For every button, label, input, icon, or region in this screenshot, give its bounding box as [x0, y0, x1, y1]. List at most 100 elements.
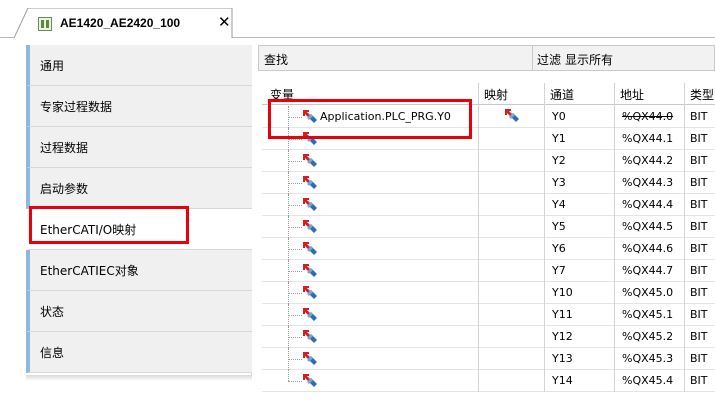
channel-cell: Y0 — [552, 110, 566, 123]
column-divider — [478, 83, 479, 392]
find-label[interactable]: 查找 — [264, 51, 288, 68]
channel-cell: Y12 — [552, 330, 573, 343]
table-row[interactable]: Y5 %QX44.5 BIT — [262, 216, 715, 238]
column-header-address[interactable]: 地址 — [620, 86, 644, 103]
type-cell: BIT — [690, 198, 708, 211]
table-row[interactable]: Y1 %QX44.1 BIT — [262, 128, 715, 150]
column-header-mapping[interactable]: 映射 — [484, 86, 508, 103]
address-cell: %QX45.0 — [622, 286, 674, 299]
tree-branch-line — [288, 183, 302, 184]
editor-tab-strip: AE1420_AE2420_100 ✕ — [0, 0, 715, 38]
sidebar-item-label: 状态 — [40, 304, 65, 319]
address-cell: %QX45.4 — [622, 374, 674, 387]
table-row[interactable]: Y4 %QX44.4 BIT — [262, 194, 715, 216]
sidebar-item-io-mapping[interactable]: EtherCATI/O映射 — [26, 209, 252, 250]
type-cell: BIT — [690, 374, 708, 387]
tree-branch-line — [288, 139, 302, 140]
tree-branch-line — [288, 117, 302, 118]
table-row[interactable]: Y12 %QX45.2 BIT — [262, 326, 715, 348]
io-mapping-panel: 查找 过滤 显示所有 变量 映射 通道 地址 类型 Application.PL… — [258, 45, 715, 418]
output-variable-icon — [302, 351, 318, 367]
output-variable-icon — [302, 175, 318, 191]
channel-cell: Y2 — [552, 154, 566, 167]
table-row[interactable]: Y11 %QX45.1 BIT — [262, 304, 715, 326]
output-variable-icon — [302, 131, 318, 147]
output-variable-icon — [302, 373, 318, 389]
filter-label: 过滤 — [537, 53, 562, 67]
tab-title: AE1420_AE2420_100 — [60, 16, 181, 30]
editor-tab[interactable]: AE1420_AE2420_100 ✕ — [14, 8, 234, 38]
output-variable-icon — [302, 197, 318, 213]
mapping-existing-variable-icon[interactable] — [504, 108, 520, 127]
type-cell: BIT — [690, 308, 708, 321]
channel-cell: Y5 — [552, 220, 566, 233]
mapping-toolbar: 查找 过滤 显示所有 — [258, 45, 715, 71]
type-cell: BIT — [690, 330, 708, 343]
channel-cell: Y11 — [552, 308, 573, 321]
output-variable-icon — [302, 263, 318, 279]
channel-cell: Y1 — [552, 132, 566, 145]
tree-branch-line — [288, 293, 302, 294]
sidebar-item-label: 启动参数 — [40, 181, 89, 196]
sidebar-item-status[interactable]: 状态 — [26, 291, 252, 332]
address-cell: %QX45.3 — [622, 352, 674, 365]
column-divider — [614, 83, 615, 392]
sidebar-item-label: 信息 — [40, 345, 65, 360]
tree-guide-line — [288, 370, 289, 381]
sidebar-item-label: EtherCATI/O映射 — [40, 222, 137, 237]
address-cell: %QX45.2 — [622, 330, 674, 343]
tree-branch-line — [288, 227, 302, 228]
table-row[interactable]: Application.PLC_PRG.Y0 Y0 %QX44.0 BIT — [262, 106, 715, 128]
table-row[interactable]: Y10 %QX45.0 BIT — [262, 282, 715, 304]
sidebar-shadow — [26, 375, 252, 381]
sidebar-item-label: 通用 — [40, 58, 65, 73]
sidebar-item-startup-parameters[interactable]: 启动参数 — [26, 168, 252, 209]
table-row[interactable]: Y13 %QX45.3 BIT — [262, 348, 715, 370]
type-cell: BIT — [690, 220, 708, 233]
filter-dropdown[interactable]: 显示所有 — [565, 51, 613, 68]
sidebar-item-general[interactable]: 通用 — [26, 45, 252, 86]
address-cell: %QX44.6 — [622, 242, 674, 255]
table-header: 变量 映射 通道 地址 类型 — [262, 83, 715, 105]
tree-branch-line — [288, 271, 302, 272]
table-row[interactable]: Y7 %QX44.7 BIT — [262, 260, 715, 282]
type-cell: BIT — [690, 176, 708, 189]
type-cell: BIT — [690, 154, 708, 167]
toolbar-separator — [532, 46, 533, 70]
tree-branch-line — [288, 315, 302, 316]
column-header-variable[interactable]: 变量 — [270, 86, 294, 103]
table-row[interactable]: Y6 %QX44.6 BIT — [262, 238, 715, 260]
output-variable-icon — [302, 285, 318, 301]
column-header-type[interactable]: 类型 — [690, 86, 714, 103]
config-sidebar: 通用 专家过程数据 过程数据 启动参数 EtherCATI/O映射 EtherC… — [26, 45, 252, 375]
tree-branch-line — [288, 205, 302, 206]
table-row[interactable]: Y14 %QX45.4 BIT — [262, 370, 715, 392]
tree-branch-line — [288, 161, 302, 162]
channel-cell: Y3 — [552, 176, 566, 189]
address-cell: %QX44.0 — [622, 110, 674, 123]
table-row[interactable]: Y3 %QX44.3 BIT — [262, 172, 715, 194]
table-row[interactable]: Y2 %QX44.2 BIT — [262, 150, 715, 172]
column-divider — [684, 83, 685, 392]
sidebar-item-label: 专家过程数据 — [40, 99, 113, 114]
sidebar-item-information[interactable]: 信息 — [26, 332, 252, 373]
close-icon[interactable]: ✕ — [218, 13, 231, 31]
type-cell: BIT — [690, 264, 708, 277]
output-variable-icon — [302, 241, 318, 257]
column-header-channel[interactable]: 通道 — [550, 86, 574, 103]
sidebar-item-iec-objects[interactable]: EtherCATIEC对象 — [26, 250, 252, 291]
type-cell: BIT — [690, 132, 708, 145]
device-icon — [38, 17, 52, 31]
type-cell: BIT — [690, 242, 708, 255]
sidebar-item-process-data[interactable]: 过程数据 — [26, 127, 252, 168]
column-divider — [544, 83, 545, 392]
address-cell: %QX44.1 — [622, 132, 674, 145]
sidebar-item-label: 过程数据 — [40, 140, 89, 155]
sidebar-item-expert-process-data[interactable]: 专家过程数据 — [26, 86, 252, 127]
type-cell: BIT — [690, 352, 708, 365]
channel-cell: Y14 — [552, 374, 573, 387]
channel-cell: Y4 — [552, 198, 566, 211]
variable-cell[interactable]: Application.PLC_PRG.Y0 — [320, 110, 451, 123]
type-cell: BIT — [690, 110, 708, 123]
channel-cell: Y7 — [552, 264, 566, 277]
